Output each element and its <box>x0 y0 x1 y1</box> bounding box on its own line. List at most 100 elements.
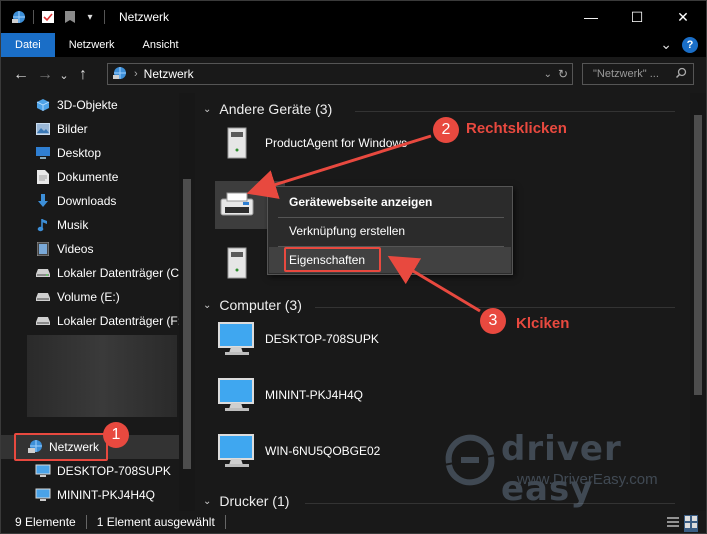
step-badge-2: 2 <box>433 117 459 143</box>
selection-count: 1 Element ausgewählt <box>96 515 215 529</box>
status-bar: 9 Elemente 1 Element ausgewählt <box>1 511 706 533</box>
sidebar-item-dokumente[interactable]: Dokumente <box>1 165 179 189</box>
sidebar-item-label: Lokaler Datenträger (F:) <box>57 314 179 328</box>
new-folder-icon[interactable] <box>62 9 78 25</box>
highlight-eigenschaften <box>284 247 381 272</box>
group-andere-geraete[interactable]: ⌄ Andere Geräte (3) <box>203 101 332 117</box>
sidebar-item-musik[interactable]: Musik <box>1 213 179 237</box>
scrollbar-thumb[interactable] <box>694 115 702 395</box>
back-button[interactable]: ← <box>9 63 33 87</box>
pictures-icon <box>35 121 51 137</box>
sidebar-item-desktop-708supk[interactable]: DESKTOP-708SUPK <box>1 459 179 483</box>
title-separator <box>33 10 34 24</box>
navigation-bar: ← → ⌄ ↑ › Netzwerk ⌄ ↻ "Netzwerk" ... <box>1 57 706 93</box>
recent-locations-button[interactable]: ⌄ <box>57 63 71 87</box>
sidebar-item-label: Downloads <box>57 194 117 208</box>
list-item[interactable]: MININT-PKJ4H4Q <box>215 371 363 419</box>
minimize-button[interactable]: — <box>568 1 614 33</box>
breadcrumb-chevron-icon[interactable]: › <box>134 68 138 80</box>
window-controls: — ☐ ✕ <box>568 1 706 33</box>
tab-datei[interactable]: Datei <box>1 33 55 57</box>
group-computer[interactable]: ⌄ Computer (3) <box>203 297 302 313</box>
status-separator <box>85 515 87 529</box>
expand-ribbon-icon[interactable]: ⌄ <box>660 36 672 53</box>
address-bar[interactable]: › Netzwerk ⌄ ↻ <box>107 63 573 85</box>
downloads-icon <box>35 193 51 209</box>
computer-icon <box>35 487 51 503</box>
help-icon[interactable]: ? <box>682 36 698 53</box>
sidebar-item-desktop[interactable]: Desktop <box>1 141 179 165</box>
list-item[interactable] <box>215 239 265 287</box>
scrollbar-thumb[interactable] <box>183 179 191 469</box>
watermark-url: www.DriverEasy.com <box>517 471 658 488</box>
sidebar-scrollbar[interactable] <box>179 93 195 511</box>
printer-icon <box>215 183 259 227</box>
window-title: Netzwerk <box>119 10 170 24</box>
computer-icon <box>215 429 259 473</box>
network-icon <box>112 65 128 84</box>
title-separator <box>104 10 105 24</box>
properties-icon[interactable] <box>40 9 56 25</box>
sidebar-item-label: Videos <box>57 242 94 256</box>
forward-button[interactable]: → <box>33 63 57 87</box>
list-item[interactable]: DESKTOP-708SUPK <box>215 315 379 363</box>
network-icon <box>11 9 27 25</box>
videos-icon <box>35 241 51 257</box>
sidebar-item-drive-c[interactable]: Lokaler Datenträger (C:) <box>1 261 179 285</box>
sidebar-item-label: Desktop <box>57 146 102 160</box>
tab-netzwerk[interactable]: Netzwerk <box>55 33 129 57</box>
group-divider <box>355 111 675 112</box>
status-separator <box>224 515 226 529</box>
step-badge-3: 3 <box>480 308 506 334</box>
sidebar-item-minint-pkj4h4q[interactable]: MININT-PKJ4H4Q <box>1 483 179 507</box>
menu-item-verknuepfung[interactable]: Verknüpfung erstellen <box>269 218 511 244</box>
drive-icon <box>35 313 51 329</box>
computer-icon <box>215 373 259 417</box>
collapse-chevron-icon[interactable]: ⌄ <box>203 496 211 507</box>
sidebar-item-label: Musik <box>57 218 89 232</box>
up-button[interactable]: ↑ <box>71 63 95 87</box>
details-view-icon[interactable] <box>666 515 680 532</box>
sidebar-item-bilder[interactable]: Bilder <box>1 117 179 141</box>
item-label: WIN-6NU5QOBGE02 <box>265 444 381 458</box>
item-count: 9 Elemente <box>15 515 76 529</box>
sidebar-item-label: 3D-Objekte <box>57 98 118 112</box>
quick-access-dropdown-icon[interactable]: ▾ <box>82 9 98 25</box>
item-label: ProductAgent for Windows <box>265 136 408 150</box>
search-placeholder: "Netzwerk" ... <box>593 68 659 80</box>
item-label: MININT-PKJ4H4Q <box>265 388 364 402</box>
group-drucker[interactable]: ⌄ Drucker (1) <box>203 493 289 509</box>
group-title: Computer (3) <box>219 297 302 313</box>
list-item[interactable]: ProductAgent for Windows <box>215 119 407 167</box>
item-label: DESKTOP-708SUPK <box>265 332 379 346</box>
computer-icon <box>35 463 51 479</box>
sidebar-item-videos[interactable]: Videos <box>1 237 179 261</box>
redacted-area <box>27 335 177 417</box>
tab-ansicht[interactable]: Ansicht <box>129 33 193 57</box>
large-icons-view-icon[interactable] <box>684 515 698 532</box>
watermark-brand: driver easy <box>501 429 622 509</box>
collapse-chevron-icon[interactable]: ⌄ <box>203 300 211 311</box>
driver-easy-logo-icon <box>445 434 495 486</box>
breadcrumb-netzwerk[interactable]: Netzwerk <box>144 67 194 81</box>
menu-item-geraetewebseite[interactable]: Gerätewebseite anzeigen <box>269 189 511 215</box>
watermark: driver easy www.DriverEasy.com <box>443 429 693 509</box>
sidebar-item-3d-objekte[interactable]: 3D-Objekte <box>1 93 179 117</box>
list-item[interactable]: WIN-6NU5QOBGE02 <box>215 427 380 475</box>
group-title: Drucker (1) <box>219 493 290 509</box>
documents-icon <box>35 169 51 185</box>
desktop-icon <box>35 145 51 161</box>
address-dropdown-icon[interactable]: ⌄ <box>544 69 552 80</box>
search-input[interactable]: "Netzwerk" ... <box>582 63 694 85</box>
maximize-button[interactable]: ☐ <box>614 1 660 33</box>
refresh-icon[interactable]: ↻ <box>558 67 568 81</box>
sidebar-item-drive-f[interactable]: Lokaler Datenträger (F:) <box>1 309 179 333</box>
title-bar: ▾ Netzwerk — ☐ ✕ <box>1 1 706 33</box>
music-icon <box>35 217 51 233</box>
collapse-chevron-icon[interactable]: ⌄ <box>203 104 211 115</box>
sidebar-item-downloads[interactable]: Downloads <box>1 189 179 213</box>
step-text-klicken: Klciken <box>516 315 570 332</box>
drive-icon <box>35 265 51 281</box>
sidebar-item-drive-e[interactable]: Volume (E:) <box>1 285 179 309</box>
close-button[interactable]: ✕ <box>660 1 706 33</box>
